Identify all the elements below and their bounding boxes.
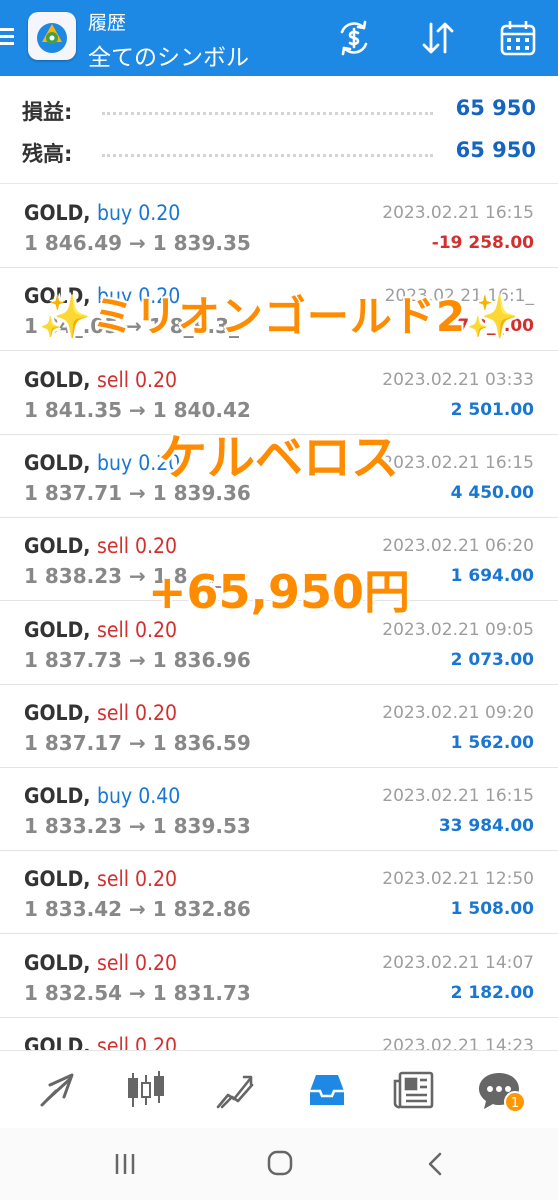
deal-time: 2023.02.21 16:15 (382, 786, 534, 807)
deal-time: 2023.02.21 14:23 (382, 1036, 534, 1050)
page-title: 履歴 (88, 12, 127, 34)
deal-prices: 1 832.54 → 1 831.73 (24, 980, 251, 1005)
deal-profit: 2 182.00 (450, 982, 534, 1003)
symbol-name: GOLD, (24, 700, 91, 725)
symbol-name: GOLD, (24, 367, 91, 392)
deal-time: 2023.02.21 03:33 (382, 369, 534, 390)
deal-side: sell 0.20 (97, 367, 178, 392)
deal-profit: 1 562.00 (450, 732, 534, 753)
app-bar: 履歴 全てのシンボル (0, 0, 558, 76)
sort-icon[interactable] (418, 18, 458, 58)
deal-prices: 1 846.49 → 1 839.35 (24, 231, 251, 255)
overlay-line3: +65,950円 (146, 564, 411, 621)
deal-symbol: GOLD, sell 0.20 (24, 701, 177, 725)
deal-profit: 1 508.00 (450, 899, 534, 920)
deal-time: 2023.02.21 12:50 (382, 869, 534, 890)
sparkle-icon: ✨ (38, 292, 92, 342)
back-icon[interactable] (416, 1146, 456, 1182)
deal-side: sell 0.20 (97, 867, 178, 892)
balance-row: 残高: 65 950 (0, 132, 558, 172)
dotted-leader (102, 154, 433, 157)
table-row[interactable]: GOLD, buy 0.40 1 833.23 → 1 839.53 2023.02… (0, 768, 558, 852)
chart-candles-icon[interactable] (121, 1065, 171, 1115)
deal-time: 2023.02.21 16:15 (382, 203, 534, 223)
overlay-line1: ミリオンゴールド2 (90, 291, 467, 343)
deal-symbol: GOLD, buy 0.20 (24, 201, 180, 225)
deal-prices: 1 833.23 → 1 839.53 (24, 814, 251, 839)
deal-side: sell 0.20 (97, 950, 178, 975)
table-row[interactable]: GOLD, sell 0.20 1 837.17 → 1 836.59 2023.0… (0, 685, 558, 768)
deal-time: 2023.02.21 09:05 (382, 619, 534, 640)
deal-time: 2023.02.21 06:20 (382, 536, 534, 557)
news-icon[interactable] (390, 1065, 440, 1115)
recent-apps-icon[interactable] (105, 1146, 145, 1182)
overlay-title: ✨ミリオンゴールド2✨ (0, 283, 558, 344)
history-inbox-icon[interactable] (302, 1065, 352, 1115)
account-summary: 損益: 65 950 残高: 65 950 (0, 76, 558, 184)
bottom-navigation: 1 (0, 1050, 558, 1128)
symbol-name: GOLD, (24, 950, 91, 975)
table-row[interactable]: GOLD, sell 0.20 1 833.42 → 1 832.86 2023.0… (0, 851, 558, 935)
deal-prices: 1 833.42 → 1 832.86 (24, 897, 251, 922)
deal-side: sell 0.20 (97, 1034, 178, 1050)
deal-symbol: GOLD, sell 0.20 (24, 1034, 177, 1050)
deal-time: 2023.02.21 09:20 (382, 702, 534, 723)
symbol-name: GOLD, (24, 784, 91, 809)
symbol-name: GOLD, (24, 534, 91, 559)
table-row[interactable]: GOLD, sell 0.20 1 832.54 → 1 831.73 2023.0… (0, 935, 558, 1018)
deal-symbol: GOLD, sell 0.20 (24, 951, 177, 975)
deal-symbol: GOLD, buy 0.40 (24, 784, 180, 808)
symbol-name: GOLD, (24, 1034, 91, 1050)
deal-side: buy 0.40 (97, 784, 181, 809)
sparkle-icon: ✨ (466, 292, 520, 342)
symbol-filter[interactable]: 全てのシンボル (88, 38, 249, 72)
deal-time: 2023.02.21 14:07 (382, 952, 534, 973)
deal-side: buy 0.20 (97, 201, 181, 225)
currency-icon[interactable] (334, 18, 374, 58)
chart-line-icon[interactable] (210, 1065, 260, 1115)
profit-label: 損益: (22, 100, 73, 124)
deal-profit: -19 258.00 (431, 233, 534, 253)
dotted-leader (102, 112, 433, 115)
symbol-name: GOLD, (24, 867, 91, 892)
deal-prices: 1 837.17 → 1 836.59 (24, 730, 251, 755)
deal-symbol: GOLD, sell 0.20 (24, 534, 177, 558)
deal-symbol: GOLD, sell 0.20 (24, 867, 177, 891)
table-row[interactable]: GOLD, sell 0.20 2023.02.21 14:23 (0, 1018, 558, 1050)
symbol-name: GOLD, (24, 201, 91, 225)
notification-badge: 1 (504, 1091, 526, 1113)
deal-symbol: GOLD, sell 0.20 (24, 368, 177, 392)
chat-icon[interactable]: 1 (474, 1065, 526, 1115)
app-logo (28, 12, 76, 60)
deal-side: sell 0.20 (97, 534, 178, 559)
balance-value: 65 950 (455, 138, 536, 162)
deal-profit: 33 984.00 (438, 816, 534, 837)
profit-value: 65 950 (455, 96, 536, 120)
trade-icon[interactable] (34, 1065, 84, 1115)
deal-profit: 2 501.00 (450, 399, 534, 420)
system-navigation-bar (0, 1128, 558, 1200)
table-row[interactable]: GOLD, buy 0.20 1 846.49 → 1 839.35 2023.02… (0, 185, 558, 268)
deal-profit: 2 073.00 (450, 649, 534, 670)
menu-icon[interactable] (0, 24, 16, 50)
overlay-line2: ケルベロス (157, 429, 400, 488)
profit-row: 損益: 65 950 (0, 90, 558, 130)
balance-label: 残高: (22, 142, 73, 166)
home-icon[interactable] (260, 1146, 300, 1182)
deal-side: sell 0.20 (97, 700, 178, 725)
calendar-icon[interactable] (498, 18, 538, 58)
deal-prices: 1 837.73 → 1 836.96 (24, 647, 251, 672)
